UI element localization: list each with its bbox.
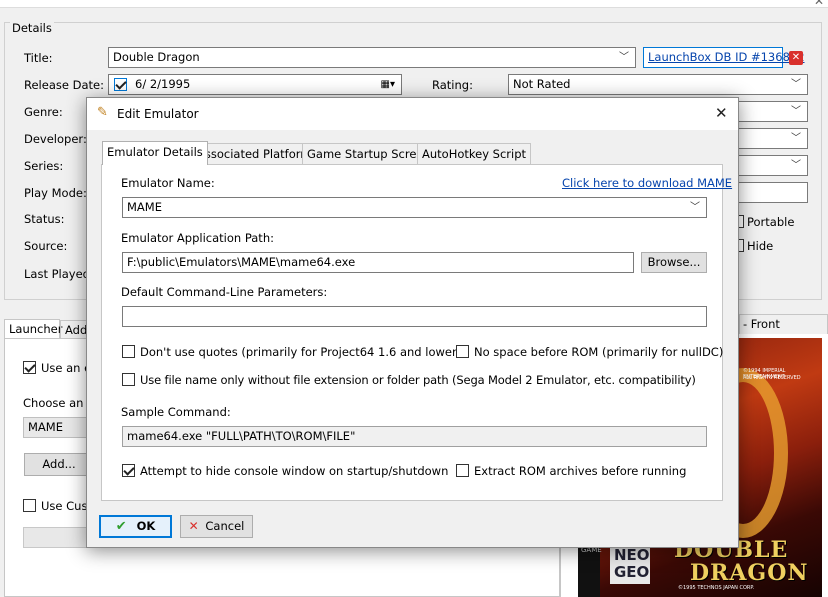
chevron-down-icon[interactable]: ﹀ [791, 129, 801, 148]
remove-link-icon[interactable]: ✕ [789, 51, 803, 65]
custom-command-field[interactable] [23, 527, 93, 548]
hide-label: Hide [747, 239, 774, 253]
app-path-label: Emulator Application Path: [121, 231, 274, 245]
use-emulator-checkbox[interactable] [23, 361, 36, 374]
tab-front[interactable]: - Front [739, 314, 828, 334]
rating-label: Rating: [432, 78, 473, 92]
extract-rom-checkbox[interactable] [456, 464, 469, 477]
x-icon: ✕ [188, 519, 199, 533]
play-mode-label: Play Mode: [24, 186, 87, 200]
release-date-value: 6/ 2/1995 [135, 77, 191, 91]
box-art-rights: ALL RIGHTS RESERVED [743, 375, 801, 381]
dialog-title: Edit Emulator [117, 107, 199, 121]
source-label: Source: [24, 239, 68, 253]
check-icon: ✔ [115, 519, 127, 534]
emulator-name-label: Emulator Name: [121, 176, 215, 190]
play-mode-field[interactable] [730, 182, 808, 203]
genre-combo[interactable]: ﹀ [730, 101, 808, 122]
cancel-button[interactable]: ✕ Cancel [180, 515, 253, 538]
add-emulator-button[interactable]: Add... [24, 453, 94, 476]
no-space-before-rom-label: No space before ROM (primarily for nullD… [474, 345, 724, 359]
portable-label: Portable [747, 215, 795, 229]
edit-emulator-dialog: ✎ Edit Emulator ✕ Emulator Details Assoc… [86, 97, 739, 548]
emulator-select[interactable]: MAME [23, 417, 93, 438]
ok-label: OK [136, 519, 156, 533]
top-window-edge [0, 0, 828, 8]
tab-autohotkey-script[interactable]: AutoHotkey Script [417, 143, 532, 164]
download-mame-link[interactable]: Click here to download MAME [562, 176, 732, 190]
chevron-down-icon[interactable]: ﹀ [619, 48, 629, 67]
status-label: Status: [24, 212, 65, 226]
chevron-down-icon[interactable]: ﹀ [791, 156, 801, 175]
tab-game-startup-screen-label: Game Startup Screen [307, 147, 431, 161]
cmdline-input[interactable] [122, 306, 707, 327]
dont-use-quotes-label: Don't use quotes (primarily for Project6… [140, 345, 462, 359]
developer-combo[interactable]: ﹀ [730, 128, 808, 149]
title-combo[interactable]: Double Dragon ﹀ [108, 47, 636, 68]
last-played-label: Last Played: [24, 267, 94, 281]
emulator-name-combo[interactable]: MAME ﹀ [122, 197, 707, 218]
use-custom-checkbox[interactable] [23, 499, 36, 512]
tab-front-label: - Front [743, 317, 780, 331]
tab-emulator-details-label: Emulator Details [107, 145, 203, 159]
box-art-title-line2: DRAGON [690, 560, 809, 586]
rating-combo[interactable]: Not Rated ﹀ [508, 74, 808, 95]
dont-use-quotes-checkbox[interactable] [122, 345, 135, 358]
title-label: Title: [24, 51, 53, 65]
close-icon[interactable]: ✕ [814, 0, 824, 8]
emulator-name-value: MAME [127, 200, 162, 214]
cancel-label: Cancel [205, 519, 245, 533]
tab-launcher-label: Launcher [9, 322, 63, 336]
release-date-label: Release Date: [24, 78, 104, 92]
rating-value: Not Rated [513, 77, 571, 91]
launchbox-link-box[interactable]: LaunchBox DB ID #136872 [643, 47, 805, 68]
launchbox-db-link[interactable]: LaunchBox DB ID #136872 [648, 50, 805, 64]
details-legend: Details [10, 21, 54, 35]
ok-button[interactable]: ✔ OK [99, 515, 172, 538]
emulator-details-panel: Emulator Name: Click here to download MA… [101, 164, 732, 501]
sample-command-field: mame64.exe "FULL\PATH\TO\ROM\FILE" [122, 426, 707, 447]
hide-console-checkbox[interactable] [122, 464, 135, 477]
series-combo[interactable]: ﹀ [730, 155, 808, 176]
sample-command-label: Sample Command: [121, 405, 231, 419]
neo-geo-text-1: NEO [614, 546, 650, 564]
dialog-close-icon[interactable]: ✕ [715, 104, 728, 122]
dialog-titlebar[interactable]: ✎ Edit Emulator ✕ [87, 98, 738, 130]
series-label: Series: [24, 159, 64, 173]
emulator-select-value: MAME [28, 420, 63, 434]
browse-button[interactable]: Browse... [641, 252, 707, 273]
neo-geo-text-2: GEO [614, 563, 650, 581]
tab-autohotkey-script-label: AutoHotkey Script [422, 147, 527, 161]
app-path-input[interactable]: F:\public\Emulators\MAME\mame64.exe [122, 252, 634, 273]
tab-game-startup-screen[interactable]: Game Startup Screen [302, 143, 436, 164]
hide-console-label: Attempt to hide console window on startu… [140, 464, 449, 478]
chevron-down-icon[interactable]: ﹀ [791, 75, 801, 94]
release-date-checkbox[interactable] [114, 78, 127, 91]
use-filename-only-label: Use file name only without file extensio… [140, 373, 696, 387]
pencil-icon: ✎ [97, 105, 108, 120]
chevron-down-icon[interactable]: ﹀ [690, 198, 700, 217]
developer-label: Developer: [24, 132, 87, 146]
box-art-copyright-bottom: ©1995 TECHNOS JAPAN CORP. [678, 585, 755, 591]
extract-rom-label: Extract ROM archives before running [474, 464, 687, 478]
tab-launcher[interactable]: Launcher [4, 319, 63, 339]
tab-associated-platforms-label: Associated Platforms [197, 147, 318, 161]
no-space-before-rom-checkbox[interactable] [456, 345, 469, 358]
tab-emulator-details[interactable]: Emulator Details [102, 141, 208, 165]
title-value: Double Dragon [113, 50, 200, 64]
release-date-picker[interactable]: 6/ 2/1995 ▦▾ [108, 74, 402, 95]
chevron-down-icon[interactable]: ﹀ [791, 102, 801, 121]
calendar-icon[interactable]: ▦▾ [381, 75, 395, 94]
genre-label: Genre: [24, 105, 63, 119]
cmdline-label: Default Command-Line Parameters: [121, 285, 328, 299]
use-filename-only-checkbox[interactable] [122, 373, 135, 386]
